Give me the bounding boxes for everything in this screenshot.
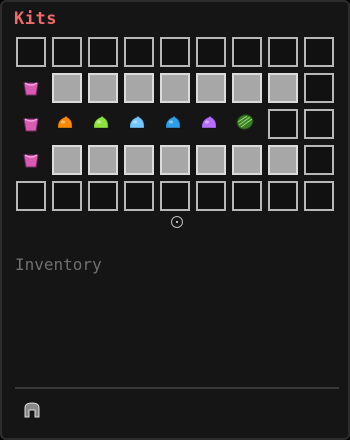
inventory-slot[interactable] (16, 181, 46, 211)
inventory-slot[interactable] (160, 37, 190, 67)
blue-slime-icon (160, 109, 186, 135)
kits-panel: Kits Inventory (0, 0, 350, 440)
inventory-slot[interactable] (268, 37, 298, 67)
filler-slot[interactable] (268, 73, 298, 103)
inventory-slot[interactable] (232, 37, 262, 67)
inventory-slot[interactable] (160, 109, 190, 139)
inventory-slot[interactable] (268, 109, 298, 139)
inventory-slot[interactable] (52, 37, 82, 67)
inventory-slot[interactable] (304, 109, 334, 139)
filler-slot[interactable] (232, 73, 262, 103)
inventory-slot[interactable] (304, 145, 334, 175)
watermelon-icon (232, 109, 258, 135)
orange-slime-icon (52, 109, 78, 135)
inventory-slot[interactable] (52, 181, 82, 211)
inventory-slot[interactable] (88, 181, 118, 211)
inventory-slot[interactable] (124, 109, 154, 139)
helmet-icon[interactable] (22, 401, 42, 419)
filler-slot[interactable] (88, 73, 118, 103)
filler-slot[interactable] (160, 145, 190, 175)
pink-pot-icon[interactable] (16, 145, 46, 175)
filler-slot[interactable] (124, 73, 154, 103)
inventory-slot[interactable] (88, 37, 118, 67)
inventory-slot[interactable] (304, 37, 334, 67)
inventory-label: Inventory (15, 255, 102, 274)
filler-slot[interactable] (160, 73, 190, 103)
filler-slot[interactable] (88, 145, 118, 175)
filler-slot[interactable] (196, 73, 226, 103)
divider (15, 387, 339, 389)
pink-pot-icon[interactable] (16, 109, 46, 139)
filler-slot[interactable] (52, 145, 82, 175)
page-indicator-icon[interactable] (171, 216, 183, 228)
inventory-slot[interactable] (196, 109, 226, 139)
green-slime-icon (88, 109, 114, 135)
inventory-slot[interactable] (232, 181, 262, 211)
inventory-slot[interactable] (88, 109, 118, 139)
pink-pot-icon[interactable] (16, 73, 46, 103)
filler-slot[interactable] (268, 145, 298, 175)
inventory-slot[interactable] (160, 181, 190, 211)
filler-slot[interactable] (196, 145, 226, 175)
inventory-slot[interactable] (232, 109, 262, 139)
inventory-slot[interactable] (124, 181, 154, 211)
inventory-slot[interactable] (304, 181, 334, 211)
inventory-slot[interactable] (268, 181, 298, 211)
inventory-slot[interactable] (196, 37, 226, 67)
inventory-slot[interactable] (196, 181, 226, 211)
inventory-slot[interactable] (124, 37, 154, 67)
purple-slime-icon (196, 109, 222, 135)
inventory-slot[interactable] (16, 37, 46, 67)
inventory-slot[interactable] (304, 73, 334, 103)
filler-slot[interactable] (232, 145, 262, 175)
filler-slot[interactable] (52, 73, 82, 103)
lightblue-slime-icon (124, 109, 150, 135)
page-title: Kits (14, 9, 57, 29)
filler-slot[interactable] (124, 145, 154, 175)
inventory-slot[interactable] (52, 109, 82, 139)
